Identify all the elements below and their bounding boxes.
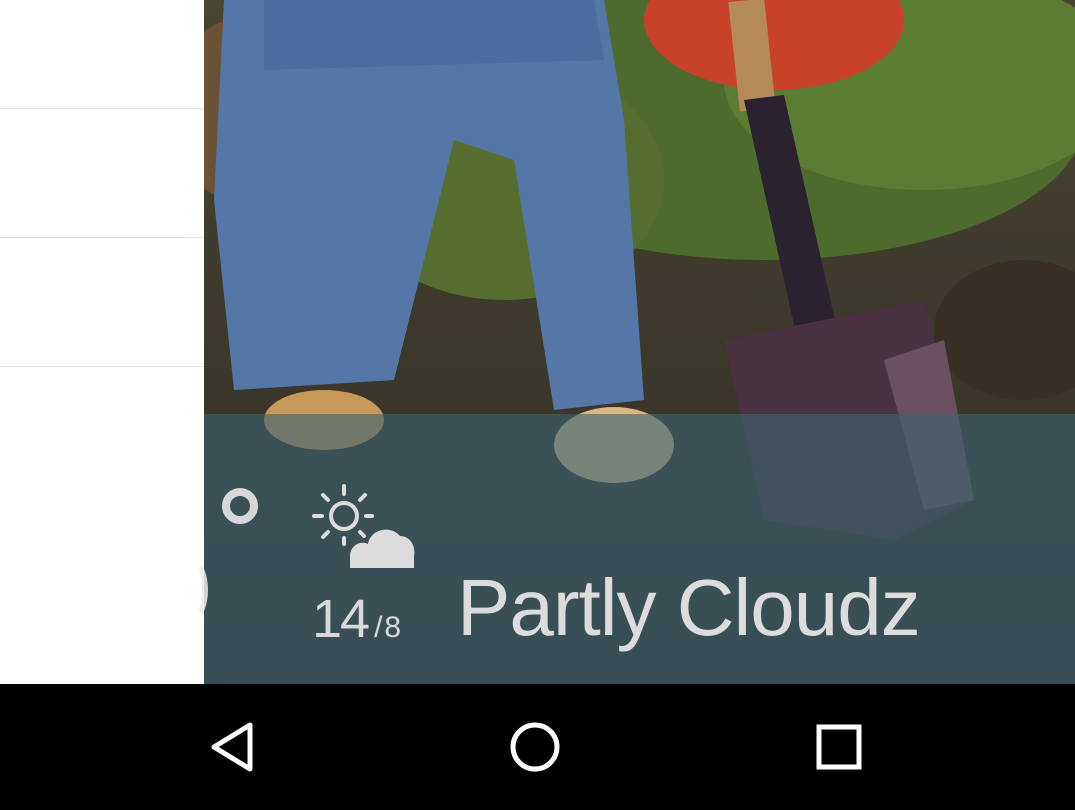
list-divider [0,237,204,238]
home-circle-icon [510,722,560,772]
list-divider [0,366,204,367]
weather-condition: Partly Cloudz [457,563,921,652]
home-button[interactable] [475,684,595,810]
list-divider [0,108,204,109]
temperature-readout: 14/8 [312,588,401,650]
temp-separator: / [374,611,383,644]
partly-cloudy-icon [306,482,418,572]
temp-high: 14 [312,589,370,649]
left-drawer-panel [0,0,204,684]
back-button[interactable] [173,684,293,810]
edge-handle[interactable] [180,560,208,620]
navigation-bar [0,684,1075,810]
temp-low: 8 [384,611,402,644]
screen: 14/8 Partly Cloudz [0,0,1075,810]
page-indicator-dot[interactable] [222,488,258,524]
recents-square-icon [816,724,862,770]
back-triangle-icon [211,722,253,772]
recents-button[interactable] [779,684,899,810]
